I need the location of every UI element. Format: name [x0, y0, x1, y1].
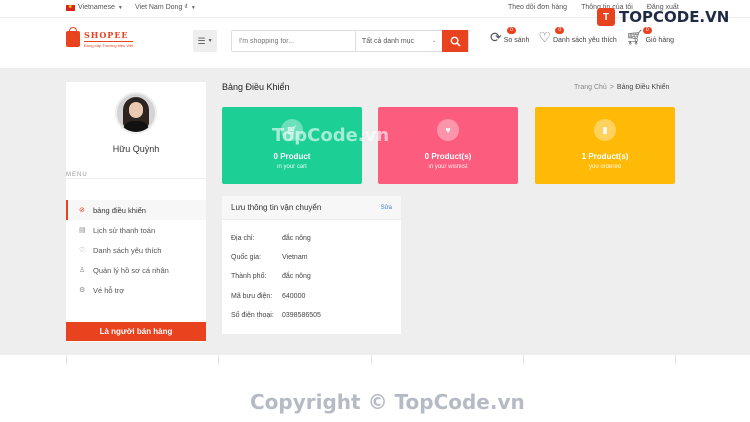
watermark-top-text: TOPCODE.VN	[619, 8, 730, 26]
currency-selector[interactable]: Viet Nam Dong ₫ ▼	[135, 4, 196, 11]
search-input[interactable]	[232, 31, 355, 51]
sidebar-item-wishlist[interactable]: ♡ Danh sách yêu thích	[66, 240, 206, 260]
sidebar-item-label: Lịch sử thanh toán	[93, 225, 156, 235]
user-name: Hữu Quỳnh	[112, 144, 160, 154]
divider	[66, 178, 206, 179]
dashboard-icon: ⊘	[79, 207, 85, 214]
edit-link[interactable]: Sửa	[381, 205, 392, 211]
compare-count: 0	[507, 27, 516, 34]
track-order-link[interactable]: Theo dõi đơn hàng	[508, 4, 567, 11]
watermark-middle: TopCode.vn	[272, 125, 390, 146]
shopping-bag-icon	[66, 27, 80, 47]
shipping-value: 0398586505	[282, 312, 321, 319]
header-actions: ⟳ 0 So sánh ♡ 0 Danh sách yêu thích 🛒︎ 0…	[490, 27, 683, 45]
shipping-key: Địa chỉ:	[231, 235, 255, 242]
box-icon: ▮	[594, 119, 616, 141]
sidebar-item-payment-history[interactable]: ▤ Lịch sử thanh toán	[66, 220, 206, 240]
heart-icon: ♥	[437, 119, 459, 141]
caret-down-icon: ▼	[190, 4, 196, 11]
heart-icon: ♡	[538, 29, 551, 45]
shipping-row: Địa chỉ: đắc nông	[231, 235, 311, 242]
heart-icon: ♡	[79, 247, 86, 254]
shipping-key: Thành phố:	[231, 273, 267, 280]
divider	[218, 355, 219, 365]
sidebar-item-label: Vé hỗ trợ	[93, 285, 125, 295]
shipping-key: Mã bưu điện:	[231, 293, 273, 300]
wishlist-label: Danh sách yêu thích	[552, 37, 617, 44]
support-icon: ⚙	[79, 287, 86, 294]
card-value: 1 Product(s)	[581, 152, 629, 161]
divider	[371, 355, 372, 365]
currency-label: Viet Nam Dong ₫	[135, 4, 188, 11]
logo-slogan: Đồng cấp Thương hiệu Việt	[84, 41, 134, 48]
topcode-logo-icon: T	[597, 8, 615, 26]
shipping-title: Lưu thông tin vận chuyển	[231, 203, 322, 212]
page-title: Bảng Điều Khiển	[222, 82, 290, 92]
vietnam-flag-icon	[66, 4, 75, 11]
shipping-row: Số điện thoại: 0398586505	[231, 312, 321, 319]
shipping-key: Quốc gia:	[231, 254, 261, 261]
compare-label: So sánh	[503, 37, 530, 44]
sidebar-item-label: Danh sách yêu thích	[93, 245, 162, 255]
card-label: in your cart	[277, 164, 307, 170]
logo-name: SHOPEE	[84, 30, 129, 40]
shipping-value: đắc nông	[282, 273, 311, 280]
search-icon	[450, 36, 461, 47]
cart-button[interactable]: 🛒︎ 0 Giỏ hàng	[625, 27, 675, 45]
shipping-value: Vietnam	[282, 254, 308, 261]
category-menu-button[interactable]: ☰ ▼	[193, 30, 217, 52]
compare-icon: ⟳	[490, 29, 502, 45]
shipping-info-panel: Lưu thông tin vận chuyển Sửa Địa chỉ: đắ…	[222, 196, 401, 334]
card-label: you ordered	[588, 164, 622, 170]
divider	[675, 355, 676, 365]
divider	[66, 355, 67, 365]
search-button[interactable]	[442, 30, 468, 52]
breadcrumb: Trang Chủ > Bảng Điều Khiển	[574, 84, 669, 91]
breadcrumb-home[interactable]: Trang Chủ	[574, 84, 607, 91]
caret-down-icon: ▼	[207, 38, 213, 44]
card-label: in your wishlist	[428, 164, 468, 170]
caret-down-icon: ▼	[117, 4, 123, 11]
sidebar-item-dashboard[interactable]: ⊘ bảng điều khiển	[66, 200, 206, 220]
card-value: 0 Product(s)	[424, 152, 472, 161]
avatar[interactable]	[115, 92, 157, 134]
chevron-down-icon: ⌄	[432, 38, 437, 44]
shipping-value: 640000	[282, 293, 306, 300]
become-seller-button[interactable]: Là người bán hàng	[66, 322, 206, 341]
shipping-value: đắc nông	[282, 235, 311, 242]
cart-label: Giỏ hàng	[645, 37, 675, 44]
compare-button[interactable]: ⟳ 0 So sánh	[490, 27, 530, 45]
search-bar: Tất cả danh mục ⌄	[231, 30, 469, 52]
language-label: Vietnamese	[78, 4, 115, 11]
cart-count: 0	[642, 27, 652, 34]
user-icon: ♙	[79, 267, 86, 274]
profile-card: Hữu Quỳnh	[66, 82, 206, 199]
sidebar-item-label: bảng điều khiển	[93, 205, 146, 215]
wishlist-summary-card: ♥ 0 Product(s) in your wishlist	[378, 107, 518, 184]
sidebar-nav: ⊘ bảng điều khiển ▤ Lịch sử thanh toán ♡…	[66, 200, 206, 300]
sidebar-item-support[interactable]: ⚙ Vé hỗ trợ	[66, 280, 206, 300]
watermark-copyright: Copyright © TopCode.vn	[250, 390, 525, 414]
hamburger-icon: ☰	[197, 35, 206, 46]
shipping-row: Mã bưu điện: 640000	[231, 293, 305, 300]
divider	[523, 355, 524, 365]
wishlist-count: 0	[555, 27, 565, 34]
watermark-logo: T TOPCODE.VN	[597, 8, 729, 26]
breadcrumb-current: Bảng Điều Khiển	[616, 84, 670, 91]
logo[interactable]: SHOPEE Đồng cấp Thương hiệu Việt	[66, 27, 134, 48]
category-select-label: Tất cả danh mục	[361, 37, 415, 45]
breadcrumb-separator: >	[609, 84, 614, 91]
shipping-key: Số điện thoại:	[231, 312, 274, 319]
category-select[interactable]: Tất cả danh mục ⌄	[354, 31, 442, 51]
shipping-row: Quốc gia: Vietnam	[231, 254, 308, 261]
shipping-row: Thành phố: đắc nông	[231, 273, 311, 280]
file-icon: ▤	[79, 227, 86, 234]
language-selector[interactable]: Vietnamese ▼	[66, 4, 123, 11]
card-value: 0 Product	[273, 152, 311, 161]
cart-icon: 🛒︎	[625, 29, 644, 45]
sidebar-item-profile[interactable]: ♙ Quản lý hồ sơ cá nhân	[66, 260, 206, 280]
sidebar-item-label: Quản lý hồ sơ cá nhân	[93, 265, 169, 275]
orders-summary-card: ▮ 1 Product(s) you ordered	[535, 107, 675, 184]
wishlist-button[interactable]: ♡ 0 Danh sách yêu thích	[538, 27, 617, 45]
